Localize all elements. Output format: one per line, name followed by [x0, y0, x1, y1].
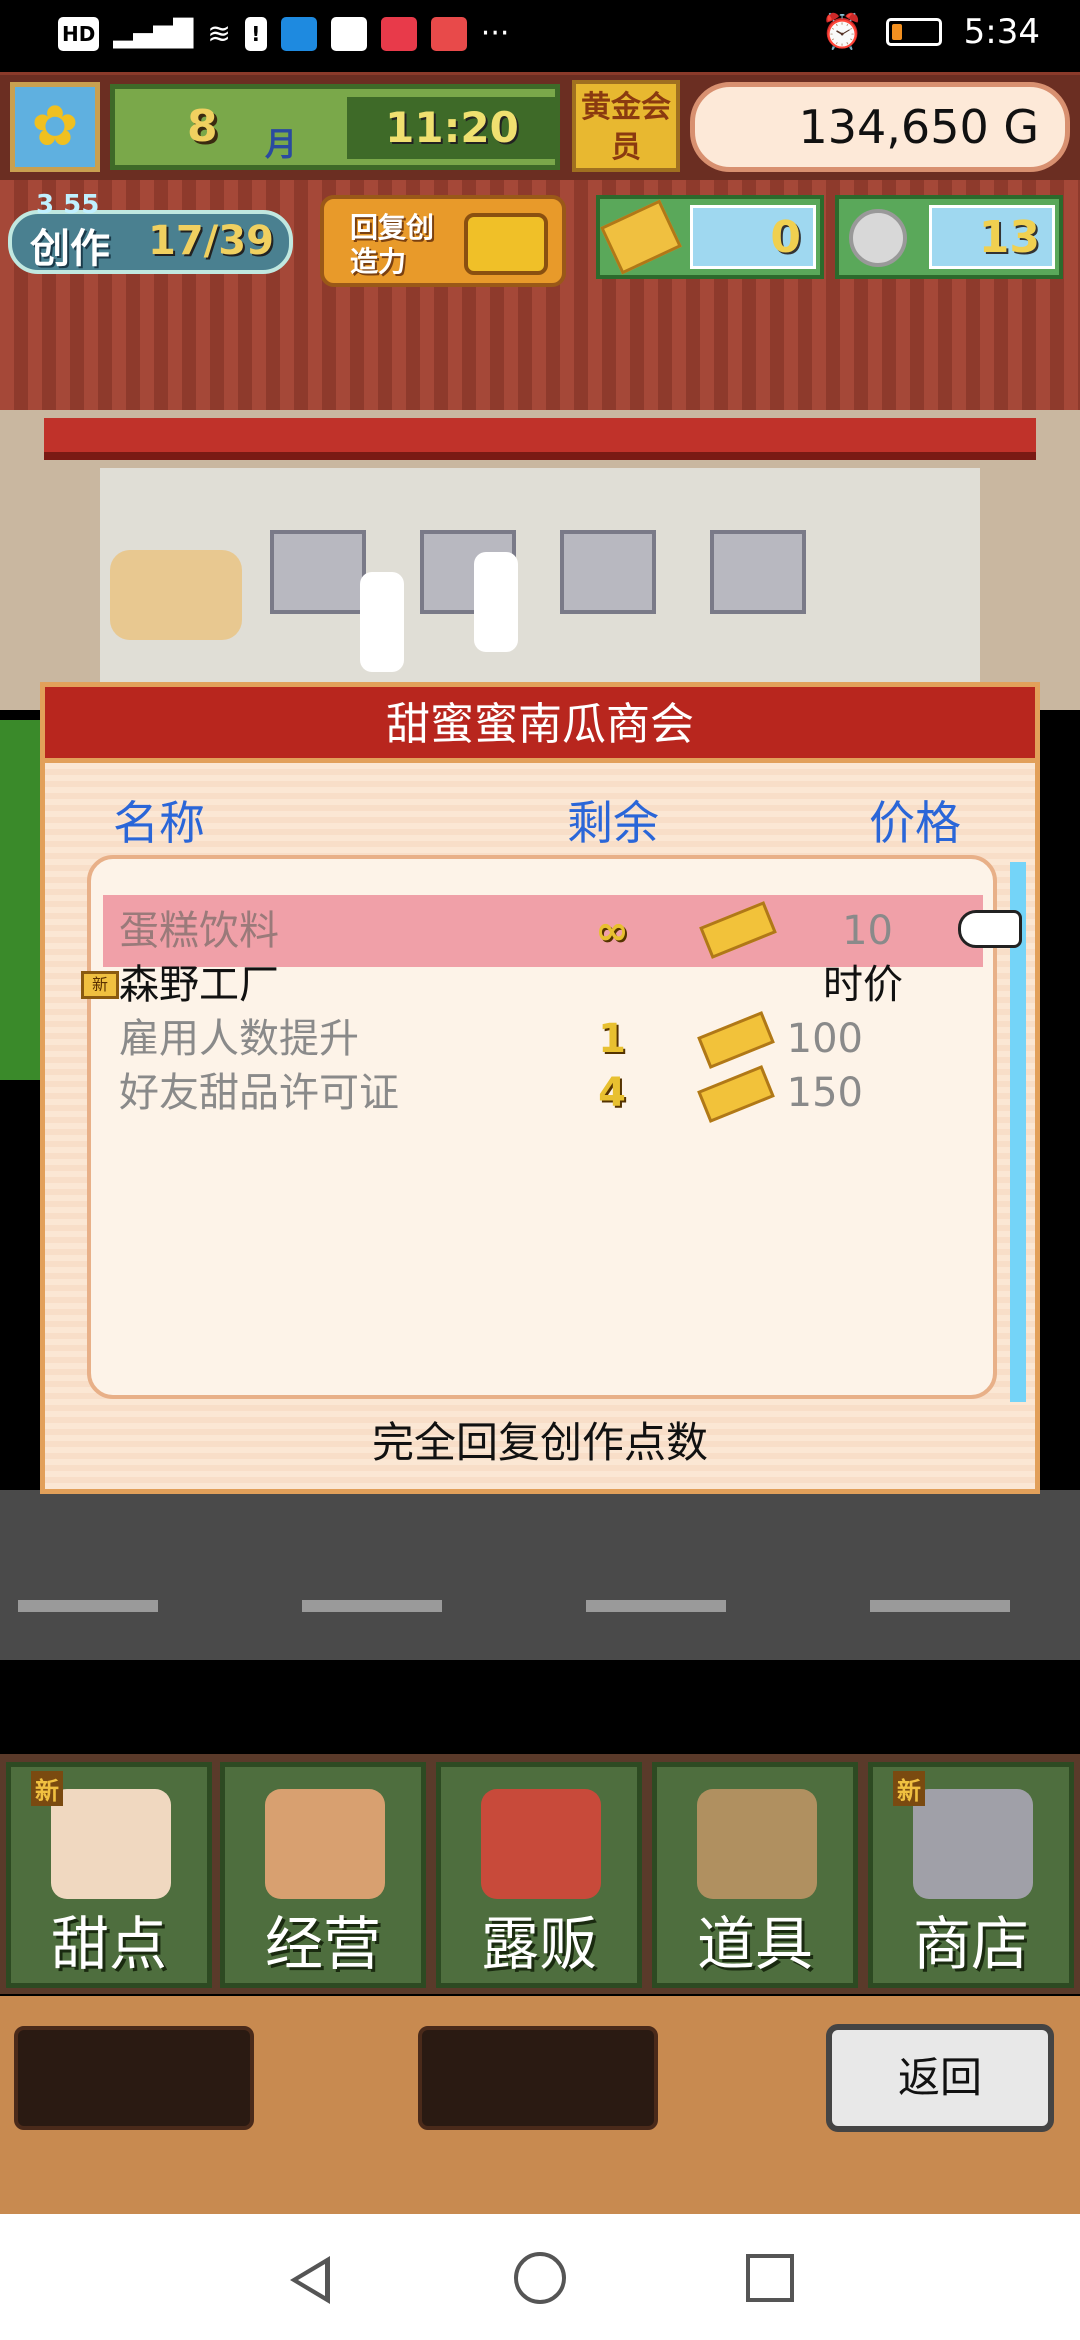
- empty-slot: [418, 2026, 658, 2130]
- item-description: 完全回复创作点数: [371, 1418, 708, 1467]
- wifi-icon: ≋: [207, 17, 231, 50]
- notification-icon: !: [244, 16, 267, 51]
- oven: [710, 530, 806, 614]
- huawei-app-icon: [430, 16, 467, 51]
- medal-counter: 13: [835, 195, 1063, 279]
- nav-back-icon[interactable]: [290, 2256, 330, 2304]
- create-label: 创作: [30, 226, 110, 272]
- menu-label: 商店: [912, 1910, 1029, 1978]
- more-icon: ···: [480, 16, 510, 51]
- restore-creativity-button[interactable]: 回复创造力: [320, 195, 566, 287]
- menu-sweets-button[interactable]: 新 甜点: [6, 1762, 212, 1988]
- menu-items-button[interactable]: 道具: [652, 1762, 858, 1988]
- news-app-icon: [330, 16, 367, 51]
- item-price: 150: [786, 1070, 863, 1116]
- tv-icon: [464, 213, 548, 275]
- money-display: 134,650 G: [690, 82, 1070, 172]
- cake-icon: [51, 1789, 171, 1899]
- shop-awning: [44, 418, 1036, 460]
- menu-label: 道具: [696, 1910, 813, 1978]
- new-badge: 新: [893, 1771, 925, 1806]
- hd-icon: HD: [58, 16, 100, 51]
- empty-slot: [14, 2026, 254, 2130]
- road-dash: [586, 1600, 726, 1612]
- column-price-header: 价格: [869, 796, 961, 850]
- menu-label: 甜点: [50, 1910, 167, 1978]
- browser-app-icon: [280, 16, 317, 51]
- nav-recent-apps-icon[interactable]: [746, 2254, 794, 2302]
- chef-character: [474, 552, 518, 652]
- column-remain-header: 剩余: [567, 796, 659, 850]
- sunflower-avatar-icon[interactable]: ✿: [10, 82, 100, 172]
- shopping-cart-icon: [913, 1789, 1033, 1899]
- menu-label: 经营: [264, 1910, 381, 1978]
- dialog-title: 甜蜜蜜南瓜商会: [45, 687, 1035, 763]
- medal-icon: [849, 209, 907, 267]
- road: [0, 1490, 1080, 1660]
- list-item[interactable]: 好友甜品许可证 4 150: [103, 1057, 983, 1129]
- date-time-panel: 8 月 11:20: [110, 84, 560, 170]
- gold-ticket-icon: [600, 199, 682, 275]
- food-truck-icon: [481, 1789, 601, 1899]
- chef-character: [360, 572, 404, 672]
- menu-shop-button[interactable]: 新 商店: [868, 1762, 1074, 1988]
- shop-building-icon: [265, 1789, 385, 1899]
- gold-member-badge[interactable]: 黄金会员: [572, 80, 680, 172]
- system-nav-bar: [0, 2214, 1080, 2340]
- oven: [560, 530, 656, 614]
- new-badge-icon: 新: [81, 971, 119, 999]
- month-value: 8: [187, 101, 218, 152]
- menu-stall-button[interactable]: 露贩: [436, 1762, 642, 1988]
- create-count: 17/39: [148, 218, 274, 264]
- tree: [0, 720, 40, 1080]
- gear-bag-icon: [697, 1789, 817, 1899]
- road-dash: [870, 1600, 1010, 1612]
- menu-manage-button[interactable]: 经营: [220, 1762, 426, 1988]
- status-right: ⏰ 5:34: [821, 12, 1040, 52]
- menu-label: 露贩: [480, 1910, 597, 1978]
- status-time: 5:34: [963, 12, 1040, 52]
- shop-dialog: 甜蜜蜜南瓜商会 名称 剩余 价格 蛋糕饮料 ∞ 10 新 森野工厂 时价 雇用人…: [40, 682, 1040, 1494]
- gold-ticket-count: 0: [690, 205, 816, 269]
- new-badge: 新: [31, 1771, 63, 1806]
- status-left-icons: HD ▂▄▆█ ≋ ! ···: [58, 16, 509, 51]
- game-clock: 11:20: [347, 97, 557, 159]
- calendar-app-icon: [380, 16, 417, 51]
- signal-icon: ▂▄▆█: [113, 18, 194, 49]
- back-button[interactable]: 返回: [826, 2024, 1054, 2132]
- create-points-badge: 3 55 创作 17/39: [8, 190, 293, 280]
- item-name: 好友甜品许可证: [119, 1070, 399, 1116]
- alarm-icon: ⏰: [821, 12, 864, 52]
- medal-count: 13: [929, 205, 1055, 269]
- oven: [270, 530, 366, 614]
- column-name-header: 名称: [113, 796, 205, 850]
- gold-ticket-counter: 0: [596, 195, 824, 279]
- road-dash: [18, 1600, 158, 1612]
- month-unit: 月: [265, 125, 298, 163]
- restore-label: 回复创造力: [350, 211, 435, 278]
- bread-shelf: [110, 550, 242, 640]
- item-remain: 4: [598, 1070, 626, 1116]
- nav-home-icon[interactable]: [514, 2252, 566, 2304]
- status-bar: HD ▂▄▆█ ≋ ! ··· ⏰ 5:34: [0, 0, 1080, 72]
- battery-icon: [885, 18, 942, 46]
- road-dash: [302, 1600, 442, 1612]
- pointing-hand-cursor-icon: [958, 910, 1022, 948]
- game-screen: HD ▂▄▆█ ≋ ! ··· ⏰ 5:34 ✿ 8 月 11:20 黄金会员 …: [0, 0, 1080, 2340]
